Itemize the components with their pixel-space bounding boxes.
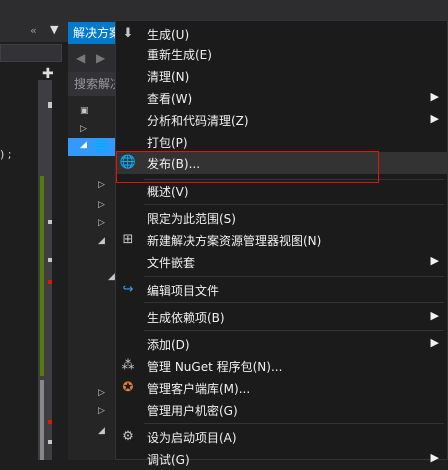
menu-item-overview[interactable]: 概述(V) [116, 180, 447, 202]
menu-item-file-nesting[interactable]: 文件嵌套 ▶ [116, 251, 447, 273]
collapse-icon[interactable]: ◢ [108, 272, 115, 282]
code-fragment: ) ; [0, 148, 12, 161]
expand-icon[interactable]: ▷ [98, 218, 105, 228]
collapse-icon[interactable]: ◢ [98, 236, 105, 246]
solution-explorer-title[interactable]: 解决方案资源管理器 [68, 22, 116, 44]
menu-separator [144, 423, 444, 424]
context-menu: ⬇ 生成(U) 重新生成(E) 清理(N) 查看(W) ▶ 分析和代码清理(Z)… [115, 20, 448, 467]
menu-separator [144, 330, 444, 331]
nuget-icon: ⁂ [121, 358, 135, 373]
menu-item-build-dependencies[interactable]: 生成依赖项(B) ▶ [116, 306, 447, 328]
menu-item-pack[interactable]: 打包(P) [116, 131, 447, 153]
submenu-arrow-icon: ▶ [430, 336, 439, 349]
menu-item-view[interactable]: 查看(W) ▶ [116, 87, 447, 109]
menu-separator [144, 276, 444, 277]
gear-icon: ⚙ [122, 429, 134, 444]
new-view-icon: ⊞ [122, 232, 134, 247]
menu-item-build[interactable]: ⬇ 生成(U) [116, 23, 447, 45]
selected-project-row[interactable]: ◢ 🌐 [68, 138, 116, 156]
menu-item-edit-project[interactable]: ↪ 编辑项目文件 [116, 279, 447, 301]
back-icon[interactable]: ◀ [76, 51, 85, 65]
menu-item-debug[interactable]: 调试(G) ▶ [116, 448, 447, 470]
menu-separator [144, 204, 444, 205]
collapse-icon: ◢ [80, 140, 87, 150]
menu-separator [144, 302, 444, 303]
globe-project-icon: 🌐 [94, 139, 109, 153]
editor-scrollbar[interactable] [38, 80, 52, 460]
expand-icon[interactable]: ▷ [98, 200, 105, 210]
build-icon: ⬇ [122, 26, 134, 41]
solution-search-input[interactable]: 搜索解决方案资源管理器 [68, 72, 116, 96]
menu-item-rebuild[interactable]: 重新生成(E) [116, 43, 447, 65]
menu-item-user-secrets[interactable]: 管理用户机密(G) [116, 399, 447, 421]
menu-item-new-view[interactable]: ⊞ 新建解决方案资源管理器视图(N) [116, 229, 447, 251]
menu-item-analyze[interactable]: 分析和代码清理(Z) ▶ [116, 109, 447, 131]
menu-item-set-startup[interactable]: ⚙ 设为启动项目(A) [116, 426, 447, 448]
code-editor[interactable] [0, 22, 68, 460]
expand-icon[interactable]: ▷ [80, 124, 87, 134]
menu-item-clean[interactable]: 清理(N) [116, 65, 447, 87]
dropdown-icon[interactable]: ▼ [50, 23, 58, 36]
submenu-arrow-icon: ▶ [430, 451, 439, 464]
submenu-arrow-icon: ▶ [430, 309, 439, 322]
menu-item-add[interactable]: 添加(D) ▶ [116, 333, 447, 355]
refresh-arrow-icon: ↪ [122, 282, 134, 297]
expand-icon[interactable]: ▷ [98, 406, 105, 416]
menu-item-client-libraries[interactable]: ✪ 管理客户端库(M)... [116, 377, 447, 399]
expand-icon[interactable]: ▷ [98, 388, 105, 398]
collapse-icon[interactable]: ◢ [98, 426, 105, 436]
member-combo[interactable] [0, 44, 62, 62]
solution-node-icon[interactable]: ▣ [80, 106, 89, 116]
forward-icon[interactable]: ▶ [96, 51, 105, 65]
editor-tab-strip: « ▼ [0, 22, 68, 42]
menu-item-nuget[interactable]: ⁂ 管理 NuGet 程序包(N)... [116, 355, 447, 377]
submenu-arrow-icon: ▶ [430, 112, 439, 125]
submenu-arrow-icon: ▶ [430, 254, 439, 267]
submenu-arrow-icon: ▶ [430, 90, 439, 103]
title-bar [0, 0, 448, 22]
menu-item-scope[interactable]: 限定为此范围(S) [116, 207, 447, 229]
solution-explorer-toolbar: ◀ ▶ [68, 44, 116, 72]
publish-highlight-box [116, 151, 379, 183]
library-icon: ✪ [122, 380, 134, 395]
scroll-left-icon[interactable]: « [30, 24, 37, 37]
expand-icon[interactable]: ▷ [98, 180, 105, 190]
